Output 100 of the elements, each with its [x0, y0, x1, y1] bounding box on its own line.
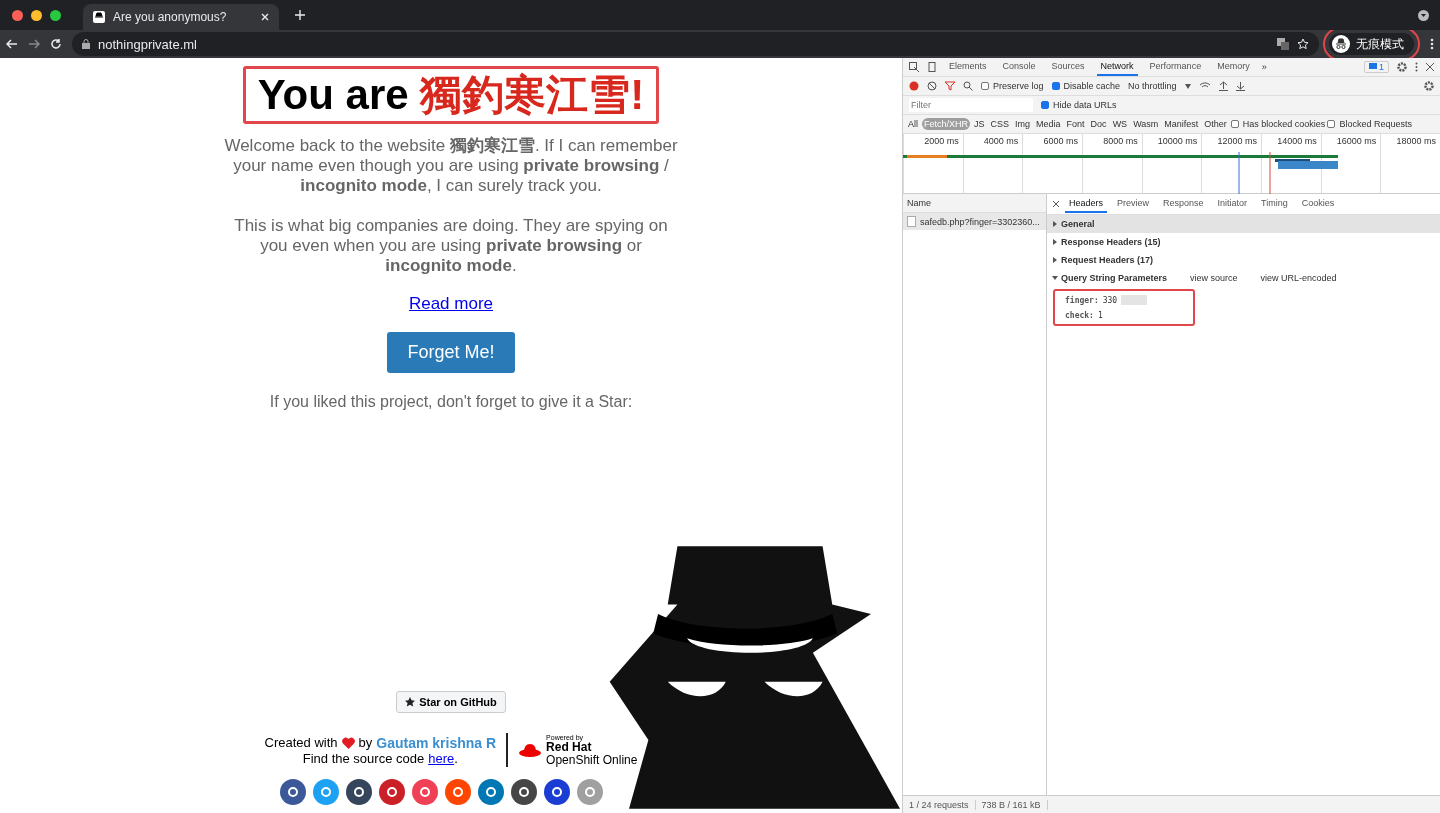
browser-tab[interactable]: Are you anonymous?: [83, 4, 279, 30]
star-prompt: If you liked this project, don't forget to give it a Star:: [269, 393, 633, 411]
more-menu-icon[interactable]: [1415, 62, 1418, 72]
spy-favicon-icon: [93, 11, 105, 23]
settings-icon[interactable]: [1424, 81, 1434, 91]
type-filter[interactable]: Font: [1064, 118, 1087, 130]
download-icon[interactable]: [1235, 81, 1245, 91]
openshift-text: OpenShift Online: [546, 753, 638, 767]
type-filter[interactable]: Other: [1202, 118, 1229, 130]
new-tab-icon[interactable]: [295, 10, 305, 20]
section-title[interactable]: Query String Parameters: [1061, 273, 1168, 283]
share-icon[interactable]: [378, 779, 405, 805]
checkbox[interactable]: Blocked Requests: [1327, 119, 1412, 129]
share-icon[interactable]: [510, 779, 537, 805]
section-title[interactable]: General: [1061, 219, 1095, 229]
checkbox[interactable]: Hide data URLs: [1041, 100, 1117, 110]
star-on-github-button[interactable]: Star on GitHub: [396, 691, 506, 713]
request-row[interactable]: safedb.php?finger=3302360...: [903, 213, 1046, 230]
detail-tab[interactable]: Timing: [1257, 195, 1292, 213]
device-toggle-icon[interactable]: [927, 62, 937, 72]
type-filter[interactable]: JS: [972, 118, 987, 130]
view-link[interactable]: view URL-encoded: [1260, 273, 1337, 283]
reload-icon[interactable]: [50, 38, 62, 50]
type-filter[interactable]: WS: [1110, 118, 1130, 130]
devtools-tab[interactable]: Memory: [1213, 58, 1254, 76]
punctuation: .: [454, 750, 458, 766]
devtools-tab[interactable]: Elements: [945, 58, 991, 76]
credit-text: by: [358, 735, 373, 750]
brand-name-text: Red Hat: [546, 741, 593, 754]
author-name: Gautam krishna R: [376, 734, 497, 751]
section-title[interactable]: Response Headers (15): [1061, 237, 1161, 247]
close-icon[interactable]: [1426, 63, 1434, 71]
credit-text: Created with: [264, 735, 338, 750]
hat-logo-icon: [518, 742, 543, 758]
detail-tab[interactable]: Cookies: [1297, 195, 1339, 213]
param-value: 1: [1097, 311, 1103, 320]
checkbox[interactable]: Has blocked cookies: [1230, 119, 1326, 129]
column-header: Name: [903, 194, 1046, 213]
star-icon: [405, 697, 416, 707]
status-text: 738 B / 161 kB: [975, 799, 1048, 810]
paragraph: This is what big companies are doing. They are spying on you even when you are using private browsing or incognito mode.: [233, 216, 669, 276]
read-more-link[interactable]: Read more: [408, 294, 494, 314]
message-icon: [1369, 63, 1377, 71]
record-icon[interactable]: [909, 81, 919, 91]
type-filter[interactable]: Media: [1034, 118, 1063, 130]
type-filter[interactable]: CSS: [988, 118, 1012, 130]
checkbox[interactable]: Disable cache: [1051, 81, 1121, 91]
star-outline-icon[interactable]: [1297, 38, 1309, 50]
share-icon[interactable]: [477, 779, 504, 805]
devtools-tab[interactable]: Performance: [1145, 58, 1206, 76]
param-key: finger:: [1065, 295, 1099, 305]
forget-me-button[interactable]: Forget Me!: [387, 332, 515, 373]
forward-arrow-icon[interactable]: [28, 38, 40, 50]
type-filter[interactable]: Manifest: [1162, 118, 1201, 130]
paragraph: Welcome back to the website 獨釣寒江雪. If I can remember your name even though you are using private browsing / incognito mode, I can surely track you.: [223, 136, 679, 196]
view-link[interactable]: view source: [1190, 273, 1238, 283]
share-icon[interactable]: [543, 779, 570, 805]
collapsed-triangle-icon[interactable]: [1052, 239, 1058, 245]
type-filter[interactable]: Img: [1013, 118, 1033, 130]
expanded-triangle-icon[interactable]: [1052, 275, 1058, 281]
heart-icon: [341, 736, 355, 749]
close-icon[interactable]: [1053, 201, 1059, 207]
filter-icon[interactable]: [945, 81, 955, 91]
type-filter[interactable]: Doc: [1088, 118, 1109, 130]
share-icon[interactable]: [279, 779, 306, 805]
dropdown-caret-icon[interactable]: [1184, 83, 1191, 89]
dropdown-icon[interactable]: [1418, 10, 1429, 21]
checkbox[interactable]: Preserve log: [981, 81, 1044, 91]
minimize-window-button[interactable]: [31, 9, 42, 21]
detail-tab[interactable]: Headers: [1065, 195, 1108, 213]
address-bar[interactable]: nothingprivate.ml: [72, 32, 1319, 56]
timeline-tick: 18000 ms: [1380, 134, 1440, 193]
upload-icon[interactable]: [1218, 81, 1228, 91]
search-icon[interactable]: [963, 81, 973, 91]
filter-field[interactable]: Filter: [909, 98, 1033, 112]
share-icon[interactable]: [345, 779, 372, 805]
detail-tab[interactable]: Initiator: [1213, 195, 1252, 213]
collapsed-triangle-icon[interactable]: [1052, 257, 1058, 263]
more-menu-icon[interactable]: [1430, 38, 1434, 50]
status-text: 1 / 24 requests: [903, 799, 976, 810]
back-arrow-icon[interactable]: [6, 38, 18, 50]
incognito-icon: [1332, 35, 1350, 53]
throttling-select[interactable]: No throttling: [1128, 81, 1177, 91]
type-filter[interactable]: Wasm: [1131, 118, 1161, 130]
section-title[interactable]: Request Headers (17): [1061, 255, 1154, 265]
detail-tab[interactable]: Preview: [1113, 195, 1154, 213]
settings-icon[interactable]: [1397, 62, 1407, 72]
detail-tab[interactable]: Response: [1159, 195, 1208, 213]
maximize-window-button[interactable]: [50, 9, 61, 21]
clear-icon[interactable]: [927, 81, 937, 91]
type-filter[interactable]: All: [906, 118, 920, 130]
collapsed-triangle-icon[interactable]: [1052, 221, 1058, 227]
inspect-icon[interactable]: [909, 62, 919, 72]
param-key: check:: [1065, 311, 1094, 320]
source-text: Find the source code: [302, 750, 425, 766]
issues-button[interactable]: 1: [1364, 61, 1389, 73]
more-tabs-button[interactable]: »: [1261, 62, 1267, 72]
close-window-button[interactable]: [12, 9, 23, 21]
devtools-tab[interactable]: Console: [998, 58, 1040, 76]
devtools-tab[interactable]: Sources: [1047, 58, 1089, 76]
